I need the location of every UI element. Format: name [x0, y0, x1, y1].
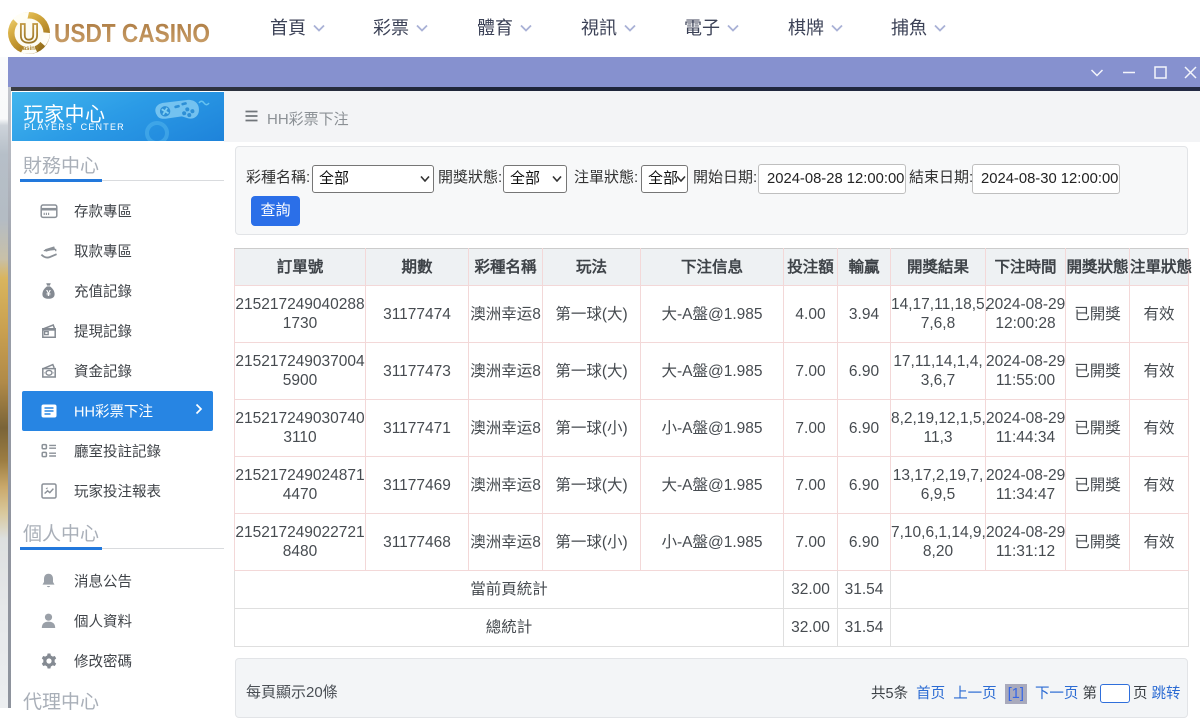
svg-text:casino: casino — [19, 46, 38, 52]
svg-text:¥: ¥ — [46, 288, 51, 298]
svg-text:USDT CASINO: USDT CASINO — [54, 20, 210, 48]
svg-text:U: U — [19, 19, 39, 49]
